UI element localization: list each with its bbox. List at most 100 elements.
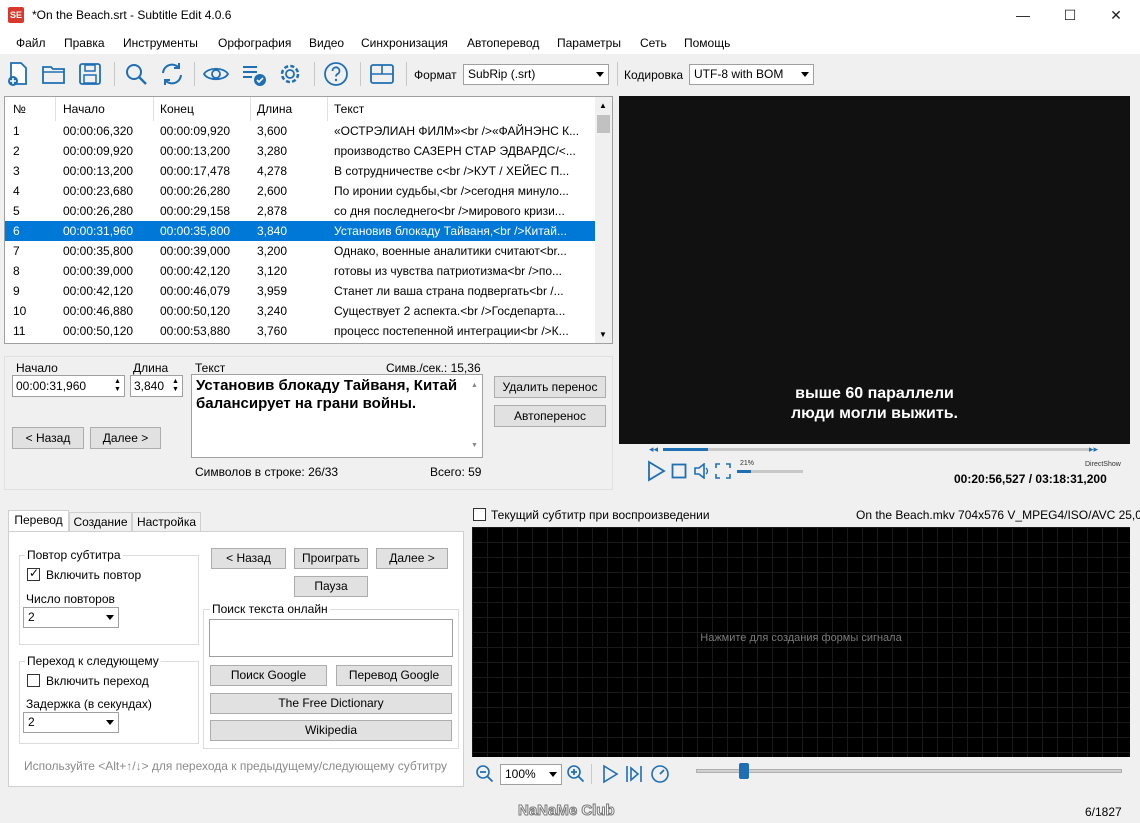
cell-text: Установив блокаду Тайваня,<br />Китай... xyxy=(334,224,567,238)
menu-spellcheck[interactable]: Орфография xyxy=(218,36,291,50)
menu-video[interactable]: Видео xyxy=(309,36,344,50)
minimize-button[interactable]: — xyxy=(1000,0,1046,30)
chars-per-second: Симв./сек.: 15,36 xyxy=(386,361,481,375)
open-folder-icon[interactable] xyxy=(40,60,68,88)
textbox-scrollbar[interactable]: ▲ ▼ xyxy=(468,375,482,457)
pause-button[interactable]: Пауза xyxy=(294,576,368,597)
menu-edit[interactable]: Правка xyxy=(64,36,105,50)
find-icon[interactable] xyxy=(122,60,150,88)
spell-check-icon[interactable] xyxy=(240,60,268,88)
volume-slider[interactable] xyxy=(737,470,803,473)
repeat-count-select[interactable]: 2 xyxy=(23,607,119,628)
save-icon[interactable] xyxy=(76,60,104,88)
delay-select[interactable]: 2 xyxy=(23,712,119,733)
rewind-icon[interactable]: ◂◂ xyxy=(649,444,658,455)
play-selection-icon[interactable] xyxy=(624,764,644,784)
cell-n: 11 xyxy=(13,324,26,338)
stop-icon[interactable] xyxy=(671,463,687,479)
wikipedia-button[interactable]: Wikipedia xyxy=(210,720,452,741)
fullscreen-icon[interactable] xyxy=(715,463,731,479)
start-time-field[interactable]: 00:00:31,960 ▲ ▼ xyxy=(12,375,125,397)
duration-field[interactable]: 3,840 ▲ ▼ xyxy=(130,375,183,397)
subtitle-grid[interactable]: № Начало Конец Длина Текст 1 00:00:06,320… xyxy=(4,96,613,344)
spin-arrows-icon[interactable]: ▲ ▼ xyxy=(114,378,122,394)
grid-scrollbar[interactable]: ▲ ▼ xyxy=(595,97,612,343)
title-bar: SE *On the Beach.srt - Subtitle Edit 4.0… xyxy=(0,0,1140,32)
translate-forward-button[interactable]: Далее > xyxy=(376,548,448,569)
menu-tools[interactable]: Инструменты xyxy=(123,36,198,50)
menu-sync[interactable]: Синхронизация xyxy=(361,36,448,50)
free-dictionary-button[interactable]: The Free Dictionary xyxy=(210,693,452,714)
zoom-select[interactable]: 100% xyxy=(500,764,562,785)
column-number[interactable]: № xyxy=(13,102,26,116)
column-duration[interactable]: Длина xyxy=(257,102,292,116)
play-icon[interactable] xyxy=(645,460,667,482)
scroll-down-icon[interactable]: ▼ xyxy=(599,330,607,339)
subtitle-text-editor[interactable]: Установив блокаду Тайваня, Китай баланси… xyxy=(191,374,483,458)
play-button[interactable]: Проиграть xyxy=(294,548,368,569)
google-translate-button[interactable]: Перевод Google xyxy=(336,665,452,686)
help-icon[interactable] xyxy=(322,60,350,88)
enable-repeat-checkbox[interactable] xyxy=(27,566,40,581)
spin-arrows-icon[interactable]: ▲ ▼ xyxy=(172,378,180,394)
menu-network[interactable]: Сеть xyxy=(640,36,667,50)
cell-n: 4 xyxy=(13,184,20,198)
tab-translate[interactable]: Перевод xyxy=(8,510,69,532)
layout-icon[interactable] xyxy=(368,60,396,88)
scrollbar-thumb[interactable] xyxy=(597,115,610,133)
volume-icon[interactable] xyxy=(693,463,711,479)
table-row[interactable]: 1 00:00:06,320 00:00:09,920 3,600 «ОСТРЭЛИАН… xyxy=(5,121,595,141)
zoom-in-icon[interactable] xyxy=(566,764,586,784)
google-search-button[interactable]: Поиск Google xyxy=(210,665,327,686)
settings-icon[interactable] xyxy=(276,60,304,88)
column-end[interactable]: Конец xyxy=(160,102,194,116)
seek-bar[interactable] xyxy=(663,448,1091,451)
cell-text: со дня последнего<br />мирового кризи... xyxy=(334,204,565,218)
translate-back-button[interactable]: < Назад xyxy=(211,548,286,569)
maximize-button[interactable]: ☐ xyxy=(1047,0,1093,30)
prev-subtitle-button[interactable]: < Назад xyxy=(12,427,84,449)
next-subtitle-button[interactable]: Далее > xyxy=(90,427,161,449)
search-text-input[interactable] xyxy=(209,619,453,657)
table-row[interactable]: 2 00:00:09,920 00:00:13,200 3,280 производст… xyxy=(5,141,595,161)
visual-sync-icon[interactable] xyxy=(202,60,230,88)
tab-create[interactable]: Создание xyxy=(69,512,132,532)
waveform-panel[interactable]: Нажмите для создания формы сигнала xyxy=(472,527,1130,757)
close-button[interactable]: ✕ xyxy=(1093,0,1139,30)
table-row[interactable]: 9 00:00:42,120 00:00:46,079 3,959 Станет ли … xyxy=(5,281,595,301)
table-row[interactable]: 5 00:00:26,280 00:00:29,158 2,878 со дня пос… xyxy=(5,201,595,221)
cell-text: Существует 2 аспекта.<br />Госдепарта... xyxy=(334,304,566,318)
toolbar-separator xyxy=(114,62,115,86)
waveform-position-slider[interactable] xyxy=(696,769,1122,773)
table-row[interactable]: 11 00:00:50,120 00:00:53,880 3,760 процесс п… xyxy=(5,321,595,341)
menu-options[interactable]: Параметры xyxy=(557,36,621,50)
new-file-icon[interactable] xyxy=(4,60,32,88)
table-row[interactable]: 7 00:00:35,800 00:00:39,000 3,200 Однако, во… xyxy=(5,241,595,261)
table-row[interactable]: 8 00:00:39,000 00:00:42,120 3,120 готовы из … xyxy=(5,261,595,281)
column-start[interactable]: Начало xyxy=(63,102,105,116)
table-row[interactable]: 6 00:00:31,960 00:00:35,800 3,840 Установив … xyxy=(5,221,595,241)
remove-line-break-button[interactable]: Удалить перенос xyxy=(494,376,606,398)
zoom-out-icon[interactable] xyxy=(475,764,495,784)
cell-end: 00:00:09,920 xyxy=(160,124,231,138)
speed-icon[interactable] xyxy=(649,763,671,785)
waveform-play-icon[interactable] xyxy=(600,764,620,784)
format-select[interactable]: SubRip (.srt) xyxy=(463,64,609,85)
video-player[interactable]: выше 60 параллели люди могли выжить. xyxy=(619,96,1130,444)
auto-break-button[interactable]: Автоперенос xyxy=(494,405,606,427)
fast-forward-icon[interactable]: ▸▸ xyxy=(1089,444,1098,455)
tab-adjust[interactable]: Настройка xyxy=(132,512,201,532)
current-subtitle-checkbox[interactable] xyxy=(473,508,486,521)
table-row[interactable]: 4 00:00:23,680 00:00:26,280 2,600 По иронии … xyxy=(5,181,595,201)
column-text[interactable]: Текст xyxy=(334,102,364,116)
menu-file[interactable]: Файл xyxy=(16,36,46,50)
scroll-up-icon[interactable]: ▲ xyxy=(599,101,607,110)
slider-thumb[interactable] xyxy=(739,763,749,779)
encoding-select[interactable]: UTF-8 with BOM xyxy=(689,64,814,85)
table-row[interactable]: 10 00:00:46,880 00:00:50,120 3,240 Существуе… xyxy=(5,301,595,321)
menu-help[interactable]: Помощь xyxy=(684,36,730,50)
enable-next-checkbox[interactable] xyxy=(27,674,40,687)
replace-icon[interactable] xyxy=(158,60,186,88)
menu-autotranslate[interactable]: Автоперевод xyxy=(467,36,539,50)
table-row[interactable]: 3 00:00:13,200 00:00:17,478 4,278 В сотрудни… xyxy=(5,161,595,181)
